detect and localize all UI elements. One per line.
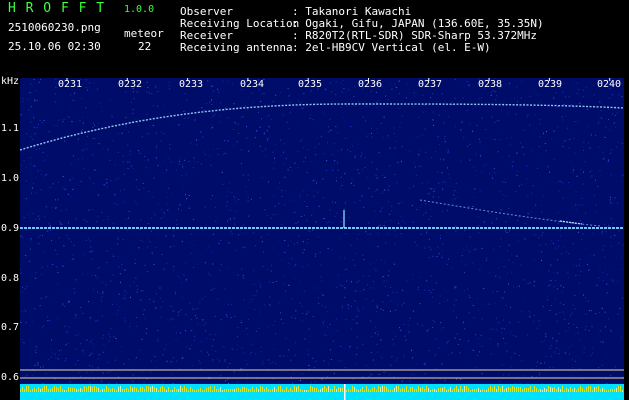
- y-tick-0.8: 0.8: [1, 273, 20, 284]
- hrofft-window: H R O F F T 1.0.0 2510060230.png meteor …: [0, 0, 629, 400]
- app-version: 1.0.0: [124, 4, 155, 15]
- file-name: 2510060230.png: [8, 21, 101, 34]
- y-axis-unit: kHz: [1, 76, 20, 87]
- time-tick-0239: 0239: [538, 79, 563, 90]
- spectrogram-image: [20, 78, 624, 396]
- y-tick-0.7: 0.7: [1, 322, 20, 333]
- info-antenna-value: : 2el-HB9CV Vertical (el. E-W): [292, 41, 491, 54]
- y-tick-1.0: 1.0: [1, 173, 20, 184]
- time-tick-0235: 0235: [298, 79, 323, 90]
- time-tick-marks: [66, 78, 611, 81]
- time-tick-0240: 0240: [597, 79, 622, 90]
- info-antenna-label: Receiving antenna: [180, 41, 293, 54]
- time-tick-0237: 0237: [418, 79, 443, 90]
- spectrogram-panel: [20, 78, 624, 396]
- meteor-count: 22: [138, 40, 152, 53]
- time-tick-0234: 0234: [240, 79, 265, 90]
- y-tick-0.6: 0.6: [1, 372, 20, 383]
- signal-level-bars: [20, 384, 623, 400]
- y-tick-1.1: 1.1: [1, 123, 20, 134]
- y-tick-0.9: 0.9: [1, 223, 20, 234]
- signal-level-strip: [20, 384, 624, 400]
- noise-layer: [20, 78, 624, 396]
- time-tick-0238: 0238: [478, 79, 503, 90]
- time-tick-0233: 0233: [179, 79, 204, 90]
- time-tick-0231: 0231: [58, 79, 83, 90]
- meteor-label: meteor: [124, 27, 164, 40]
- time-tick-0232: 0232: [118, 79, 143, 90]
- trace-arc: [20, 103, 624, 151]
- capture-datetime: 25.10.06 02:30: [8, 40, 101, 53]
- app-title: H R O F F T: [8, 1, 106, 16]
- time-tick-0236: 0236: [358, 79, 383, 90]
- trace-descending: [419, 199, 601, 227]
